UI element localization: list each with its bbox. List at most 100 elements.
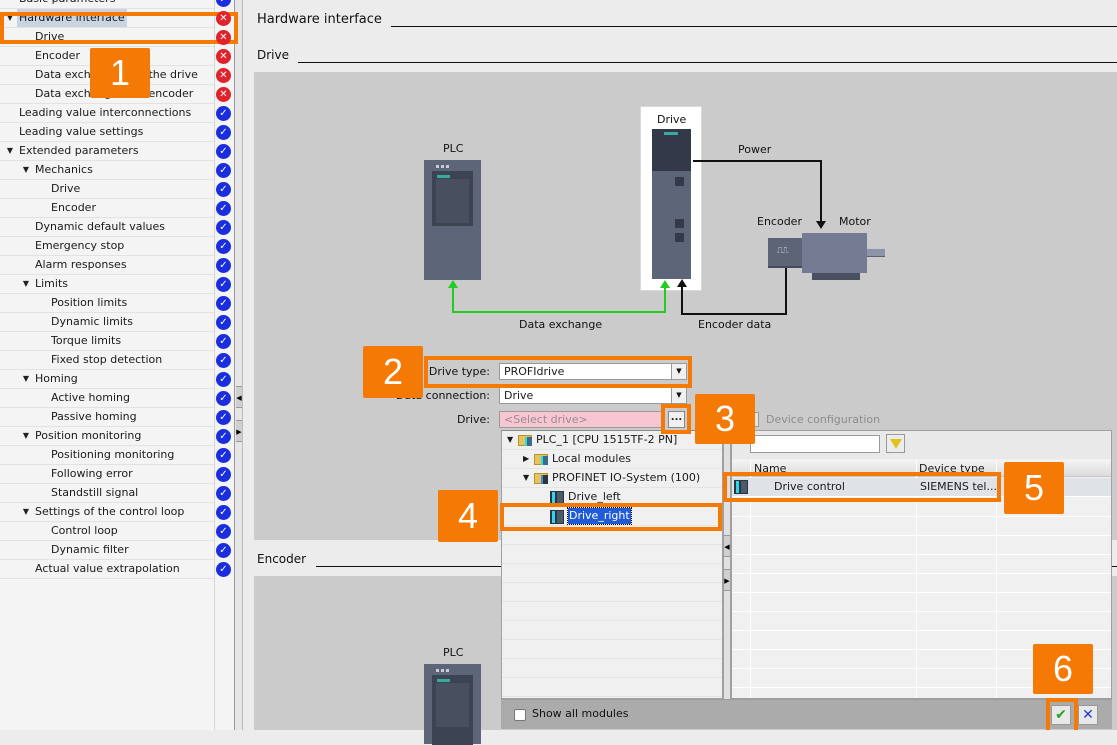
chevron-down-icon[interactable]: ▼ [21,427,31,445]
popup-splitter[interactable]: ◀ ▶ [723,430,731,699]
tree-item[interactable]: Actual value extrapolation [0,560,214,579]
tree-item[interactable]: Dynamic default values [0,218,214,237]
check-circle-icon: ✓ [216,315,231,330]
tree-item[interactable]: Torque limits [0,332,214,351]
drive-section-divider [298,62,1117,63]
plc-folder-icon [518,435,532,446]
tree-item[interactable]: Passive homing [0,408,214,427]
tree-item-label: Control loop [51,524,118,537]
tree-item[interactable]: Leading value interconnections [0,104,214,123]
tree-item-local-modules[interactable]: ▶ Local modules [502,450,722,469]
encoder-data-arrow-icon [677,279,687,287]
drive-label-field: Drive: [456,413,490,426]
tree-item[interactable]: Encoder [0,199,214,218]
step-badge-1: 1 [90,48,150,98]
empty-row [502,678,722,697]
check-circle-icon: ✓ [216,239,231,254]
tree-item-label: Passive homing [51,410,137,423]
encoder-data-wire-vertical [785,268,787,314]
tree-item-label: Drive [51,182,81,195]
device-configuration-link[interactable]: Device configuration [766,413,880,426]
tree-item[interactable]: ▼ Homing [0,370,214,389]
tree-item[interactable]: Fixed stop detection [0,351,214,370]
plc-label: PLC [443,142,464,155]
error-circle-icon: ✕ [216,30,231,45]
highlight-drive-type [424,356,692,388]
chevron-down-icon[interactable]: ▼ [5,142,15,160]
empty-row [502,602,722,621]
check-circle-icon: ✓ [216,201,231,216]
highlight-drive-control [723,472,1001,502]
tree-item-label: Position monitoring [35,429,142,442]
tree-item[interactable]: Active homing [0,389,214,408]
plc-device [424,664,481,745]
chevron-down-icon[interactable]: ▼ [523,469,529,487]
panel-splitter[interactable]: ◀ ▶ [234,0,243,730]
chevron-right-icon[interactable]: ▶ [523,450,529,468]
chevron-down-icon[interactable]: ▼ [671,388,686,403]
tree-item[interactable]: Position limits [0,294,214,313]
tree-item[interactable]: ▼ Limits [0,275,214,294]
expand-right-button[interactable]: ▶ [724,569,730,591]
collapse-left-button[interactable]: ◀ [236,386,242,408]
encoder-label: Encoder [757,215,802,228]
show-all-modules-label[interactable]: Show all modules [532,707,628,720]
encoder-data-wire-up [681,286,683,315]
tree-item[interactable]: ▼ Mechanics [0,161,214,180]
filter-input[interactable] [750,435,880,453]
check-circle-icon: ✓ [216,486,231,501]
chevron-down-icon[interactable]: ▼ [21,161,31,179]
expand-right-button[interactable]: ▶ [236,420,242,442]
check-circle-icon: ✓ [216,106,231,121]
collapse-left-button[interactable]: ◀ [724,535,730,557]
empty-row [502,659,722,678]
tree-item-label: Extended parameters [19,144,139,157]
power-wire-vertical [820,160,822,222]
chevron-down-icon[interactable]: ▼ [507,431,513,449]
tree-item-profinet[interactable]: ▼ PROFINET IO-System (100) [502,469,722,488]
check-circle-icon: ✓ [216,524,231,539]
check-circle-icon: ✓ [216,163,231,178]
tree-item[interactable]: Dynamic filter [0,541,214,560]
check-circle-icon: ✓ [216,220,231,235]
cancel-button[interactable]: ✕ [1078,705,1098,725]
tree-item[interactable]: Basic parameters [0,0,214,9]
chevron-down-icon[interactable]: ▼ [21,503,31,521]
encoder-section-title: Encoder [257,552,307,566]
tree-item[interactable]: Alarm responses [0,256,214,275]
tree-item[interactable]: Standstill signal [0,484,214,503]
tree-item[interactable]: Leading value settings [0,123,214,142]
data-connection-select[interactable]: Drive ▼ [499,387,687,404]
data-exchange-arrow-plc-icon [448,280,458,288]
tree-item-label: Homing [35,372,78,385]
tree-item-label: Alarm responses [35,258,127,271]
filter-button[interactable] [886,434,905,453]
empty-row [732,612,1111,631]
chevron-down-icon[interactable]: ▼ [21,275,31,293]
network-folder-icon [534,473,548,484]
tree-item[interactable]: Positioning monitoring [0,446,214,465]
drive-select-field[interactable]: <Select drive> [499,411,662,428]
data-exchange-wire-right [664,288,666,313]
tree-item[interactable]: Dynamic limits [0,313,214,332]
check-circle-icon: ✓ [216,277,231,292]
check-circle-icon: ✓ [216,410,231,425]
tree-item-label: Position limits [51,296,128,309]
device-tree-popup: ▼ PLC_1 [CPU 1515TF-2 PN] ▶ Local module… [501,430,723,699]
tree-item[interactable]: Control loop [0,522,214,541]
chevron-down-icon[interactable]: ▼ [21,370,31,388]
check-circle-icon: ✓ [216,448,231,463]
tree-item[interactable]: ▼ Settings of the control loop [0,503,214,522]
step-badge-3: 3 [695,394,755,444]
tree-item[interactable]: ▼ Extended parameters [0,142,214,161]
show-all-modules-checkbox[interactable] [514,709,526,721]
tree-item[interactable]: Drive [0,180,214,199]
check-circle-icon: ✓ [216,372,231,387]
drive-label: Drive [657,113,687,126]
motor-device [802,233,867,273]
tree-item[interactable]: Emergency stop [0,237,214,256]
tree-item-label: Encoder [35,49,80,62]
folder-icon [534,454,548,465]
tree-item[interactable]: Following error [0,465,214,484]
tree-item[interactable]: ▼ Position monitoring [0,427,214,446]
